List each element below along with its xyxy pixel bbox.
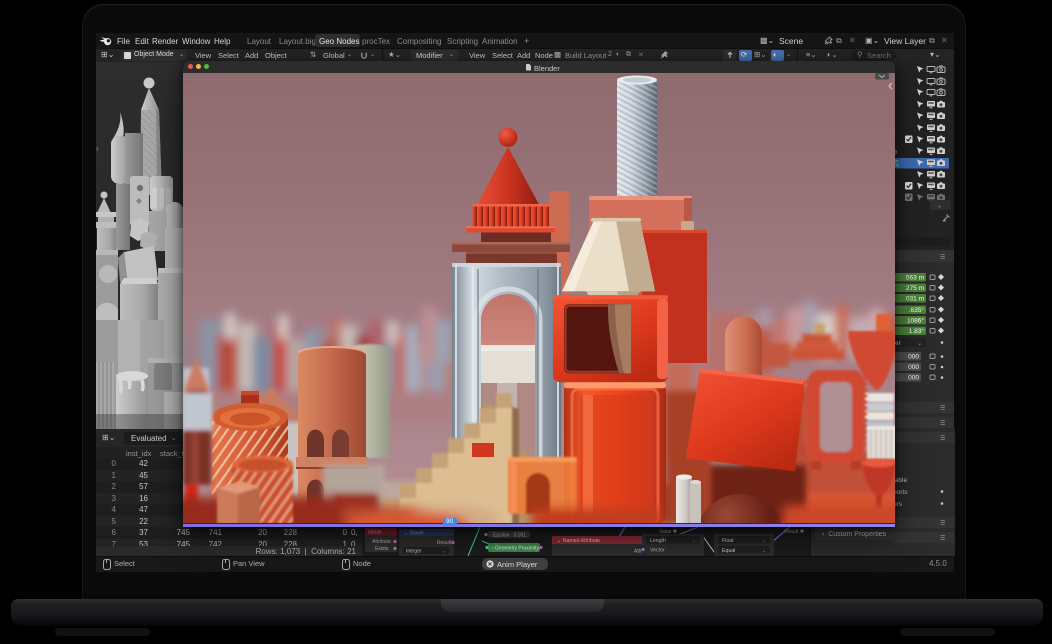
svg-text:275 m: 275 m — [906, 285, 924, 292]
svg-text:000: 000 — [908, 375, 919, 382]
svg-text:ports: ports — [893, 489, 908, 496]
svg-text:Length: Length — [650, 538, 666, 544]
svg-text:⌄: ⌄ — [762, 538, 766, 544]
svg-text:000: 000 — [908, 354, 919, 361]
svg-text:table: table — [893, 477, 907, 484]
svg-text:⌄: ⌄ — [917, 340, 922, 347]
svg-text:Vector: Vector — [650, 548, 665, 554]
svg-text:⌄: ⌄ — [937, 204, 942, 210]
svg-text:Float: Float — [722, 538, 734, 544]
svg-text:Exists: Exists — [375, 546, 389, 552]
svg-text:☰: ☰ — [940, 254, 945, 261]
svg-text:⌄: ⌄ — [762, 548, 766, 554]
svg-text:☰: ☰ — [940, 520, 945, 527]
svg-text:Result: Result — [784, 529, 799, 535]
svg-text:⌄: ⌄ — [692, 538, 696, 544]
svg-text:.635°: .635° — [909, 306, 925, 314]
svg-text:› Geometry Proximity: › Geometry Proximity — [492, 546, 539, 552]
svg-text:er: er — [895, 340, 902, 347]
svg-text:⌄ Named Attribute: ⌄ Named Attribute — [557, 538, 600, 544]
svg-text:☰: ☰ — [940, 535, 945, 542]
svg-text:000: 000 — [908, 364, 919, 371]
svg-text:Epsilon 0.001: Epsilon 0.001 — [493, 533, 526, 539]
svg-text:tribute: tribute — [368, 530, 382, 536]
svg-text:Result: Result — [437, 540, 452, 546]
svg-text:☰: ☰ — [940, 420, 945, 427]
svg-text:›: › — [185, 82, 188, 92]
svg-text:⌄: ⌄ — [442, 549, 446, 555]
svg-text:563 m: 563 m — [906, 275, 924, 282]
svg-text:☰: ☰ — [940, 435, 945, 442]
svg-text:1.83°: 1.83° — [909, 327, 925, 335]
svg-text:☰: ☰ — [940, 405, 945, 412]
svg-text:Attribute: Attribute — [372, 539, 391, 545]
svg-text:Integer: Integer — [406, 549, 422, 555]
svg-text:1086°: 1086° — [907, 317, 924, 325]
svg-text:Equal: Equal — [722, 548, 735, 554]
svg-text:031 m: 031 m — [906, 296, 924, 303]
svg-text:⌄ Dowel: ⌄ Dowel — [404, 531, 423, 537]
